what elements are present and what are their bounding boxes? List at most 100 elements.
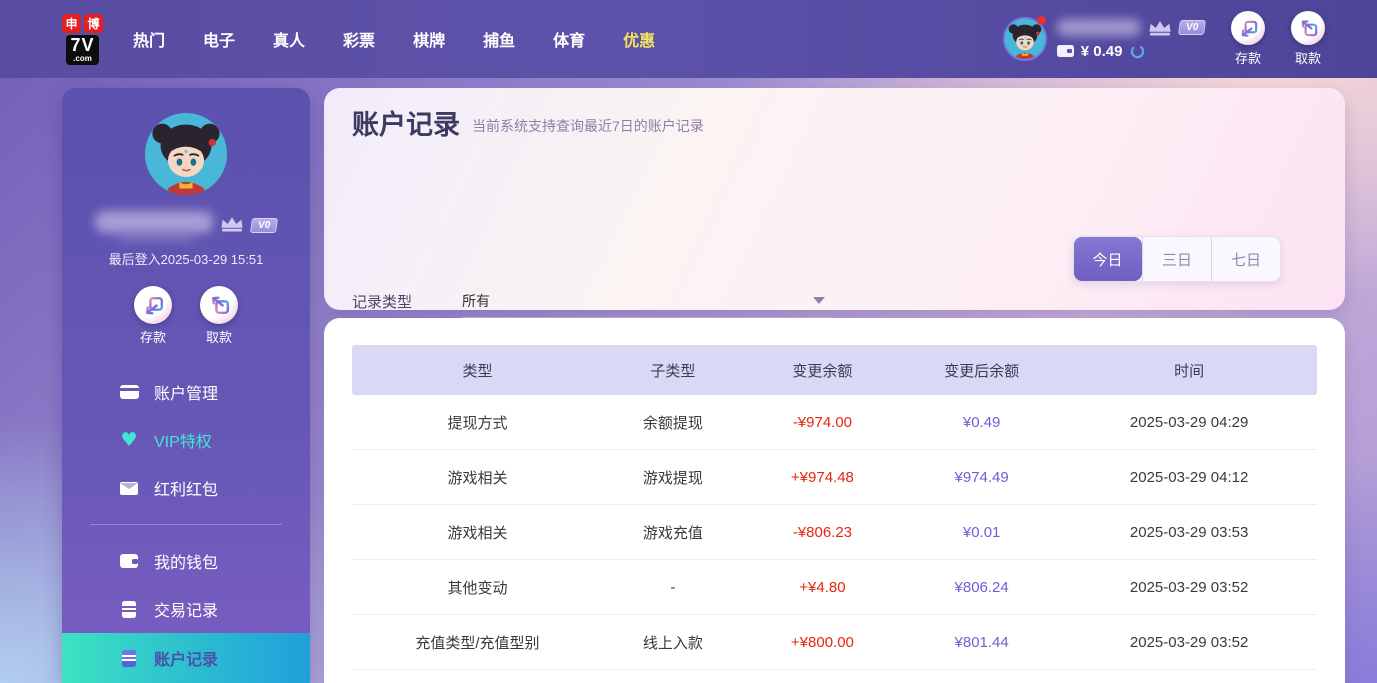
user-avatar[interactable]: [1003, 17, 1047, 61]
table-row: 其他变动 - +¥4.80 ¥806.24 2025-03-29 03:52: [352, 560, 1317, 615]
crown-icon: [219, 215, 245, 233]
vip-icon: [118, 430, 140, 450]
main-nav: 热门 电子 真人 彩票 棋牌 捕鱼 体育 优惠: [133, 27, 655, 51]
nav-item[interactable]: 电子: [203, 27, 235, 51]
cell-change-amount: +¥4.80: [743, 579, 902, 596]
cell-time: 2025-03-29 03:53: [1061, 524, 1317, 541]
sidebar-menu-item[interactable]: 红利红包: [62, 464, 310, 512]
deposit-icon: [134, 286, 172, 324]
deposit-icon: [1231, 11, 1265, 45]
cell-type: 其他变动: [352, 577, 603, 598]
table-header: 类型子类型变更余额变更后余额时间: [352, 345, 1317, 395]
logo-char: 博: [84, 14, 103, 33]
sidebar: V0 最后登入2025-03-29 15:51 存款 取款 账户管理: [62, 88, 310, 683]
cell-subtype: 游戏充值: [603, 522, 743, 543]
range-button[interactable]: 三日: [1142, 237, 1211, 281]
page-title: 账户记录: [352, 112, 460, 139]
top-navbar: 申 博 7V .com 热门 电子 真人 彩票 棋牌 捕鱼 体育 优惠 V0: [0, 0, 1377, 78]
menu-item-label: 账户管理: [154, 380, 218, 404]
menu-item-label: VIP特权: [154, 428, 212, 452]
site-logo[interactable]: 申 博 7V .com: [62, 14, 103, 65]
nav-item[interactable]: 捕鱼: [483, 27, 515, 51]
cell-change-amount: +¥800.00: [743, 634, 902, 651]
envelope-icon: [118, 478, 140, 498]
table-header-cell: 类型: [352, 360, 603, 381]
vip-level-badge: V0: [250, 218, 278, 233]
nav-item[interactable]: 优惠: [623, 27, 655, 51]
sidebar-menu-item[interactable]: 账户记录: [62, 633, 310, 683]
logo-suffix-text: .com: [70, 55, 94, 63]
vip-level-badge: V0: [1178, 20, 1206, 35]
nav-item[interactable]: 热门: [133, 27, 165, 51]
date-range-quick-buttons: 今日三日七日: [1073, 236, 1281, 282]
withdraw-icon: [1291, 11, 1325, 45]
nav-item[interactable]: 彩票: [343, 27, 375, 51]
deposit-button[interactable]: 存款: [1231, 11, 1265, 67]
deposit-button[interactable]: 存款: [134, 286, 172, 346]
blurred-username: [95, 211, 213, 233]
sidebar-menu-item[interactable]: 我的钱包: [62, 537, 310, 585]
nav-item[interactable]: 真人: [273, 27, 305, 51]
cell-time: 2025-03-29 04:12: [1061, 469, 1317, 486]
chevron-down-icon: [813, 297, 825, 304]
cell-time: 2025-03-29 04:29: [1061, 414, 1317, 431]
table-row: 充值类型/充值型别 线上入款 +¥800.00 ¥801.44 2025-03-…: [352, 615, 1317, 670]
cell-type: 充值类型/充值型别: [352, 632, 603, 653]
withdraw-button[interactable]: 取款: [200, 286, 238, 346]
sidebar-menu: 账户管理 VIP特权 红利红包 我的钱包 交易记录 账户: [62, 368, 310, 683]
sidebar-quick-actions: 存款 取款: [134, 286, 238, 346]
logo-main-text: 7V: [70, 36, 94, 55]
wallet-icon: [1057, 45, 1074, 57]
cell-type: 游戏相关: [352, 522, 603, 543]
sidebar-menu-item[interactable]: 交易记录: [62, 585, 310, 633]
last-login-text: 最后登入2025-03-29 15:51: [109, 249, 264, 268]
menu-item-label: 红利红包: [154, 476, 218, 500]
sidebar-user-row: V0: [95, 211, 277, 233]
nav-item[interactable]: 体育: [553, 27, 585, 51]
card-icon: [118, 382, 140, 402]
cell-balance-after: ¥0.01: [902, 524, 1061, 541]
cell-subtype: 游戏提现: [603, 467, 743, 488]
cell-time: 2025-03-29 03:52: [1061, 634, 1317, 651]
wallet-icon: [118, 551, 140, 571]
menu-item-label: 我的钱包: [154, 549, 218, 573]
crown-icon: [1147, 19, 1173, 37]
user-info-column: V0 ¥ 0.49: [1057, 19, 1205, 60]
refresh-balance-icon[interactable]: [1129, 43, 1146, 60]
page-subtitle: 当前系统支持查询最近7日的账户记录: [472, 116, 704, 139]
cell-change-amount: -¥974.00: [743, 414, 902, 431]
account-records-table-panel: 类型子类型变更余额变更后余额时间 提现方式 余额提现 -¥974.00 ¥0.4…: [324, 318, 1345, 683]
sidebar-menu-bottom: 我的钱包 交易记录 账户记录: [62, 537, 310, 683]
cell-balance-after: ¥974.49: [902, 469, 1061, 486]
sidebar-menu-item[interactable]: 账户管理: [62, 368, 310, 416]
nav-item[interactable]: 棋牌: [413, 27, 445, 51]
withdraw-button[interactable]: 取款: [1291, 11, 1325, 67]
doc-icon: [118, 599, 140, 619]
withdraw-label: 取款: [1295, 48, 1321, 67]
cell-balance-after: ¥0.49: [902, 414, 1061, 431]
cell-type: 提现方式: [352, 412, 603, 433]
range-button[interactable]: 七日: [1211, 237, 1280, 281]
table-header-cell: 变更后余额: [902, 360, 1061, 381]
cell-type: 游戏相关: [352, 467, 603, 488]
logo-char: 申: [62, 14, 81, 33]
cell-subtype: -: [603, 579, 743, 596]
record-type-select[interactable]: 所有: [462, 284, 833, 318]
blurred-username: [1057, 19, 1141, 36]
table-row: 游戏相关 游戏充值 -¥806.23 ¥0.01 2025-03-29 03:5…: [352, 505, 1317, 560]
table-header-cell: 时间: [1061, 360, 1317, 381]
table-row: 提现方式 余额提现 -¥974.00 ¥0.49 2025-03-29 04:2…: [352, 395, 1317, 450]
menu-item-label: 交易记录: [154, 597, 218, 621]
cell-change-amount: +¥974.48: [743, 469, 902, 486]
sidebar-menu-item[interactable]: VIP特权: [62, 416, 310, 464]
range-button[interactable]: 今日: [1073, 237, 1142, 281]
menu-divider: [90, 524, 282, 525]
record-type-label: 记录类型: [352, 291, 462, 312]
cell-time: 2025-03-29 03:52: [1061, 579, 1317, 596]
table-header-cell: 子类型: [603, 360, 743, 381]
notification-dot: [1037, 16, 1046, 25]
logo-main-box: 7V .com: [66, 35, 98, 65]
table-body: 提现方式 余额提现 -¥974.00 ¥0.49 2025-03-29 04:2…: [352, 395, 1317, 670]
withdraw-icon: [200, 286, 238, 324]
sidebar-menu-top: 账户管理 VIP特权 红利红包: [62, 368, 310, 512]
